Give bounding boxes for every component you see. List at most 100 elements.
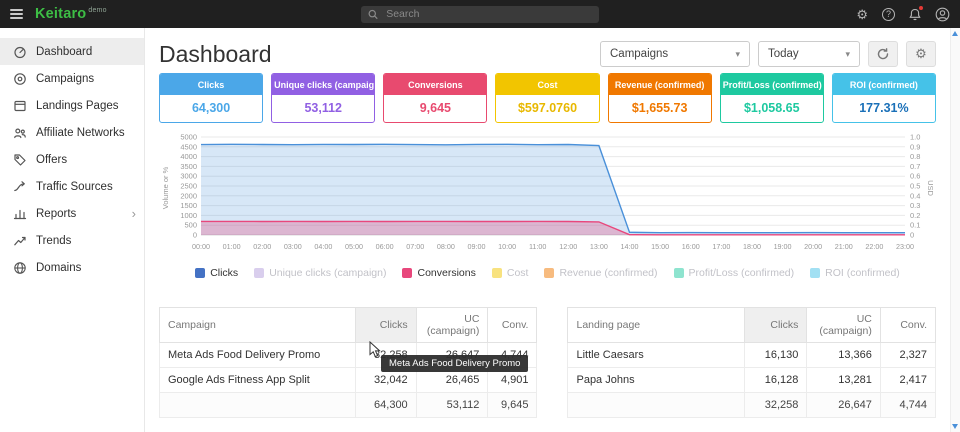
- svg-text:02:00: 02:00: [253, 242, 271, 251]
- svg-text:500: 500: [184, 221, 197, 230]
- svg-text:0.3: 0.3: [910, 201, 920, 210]
- legend-item-clicks[interactable]: Clicks: [195, 267, 238, 279]
- svg-text:0.9: 0.9: [910, 142, 920, 151]
- svg-text:20:00: 20:00: [804, 242, 822, 251]
- chart-canvas: 0500100015002000250030003500400045005000…: [159, 131, 936, 263]
- metric-card-profit-loss[interactable]: Profit/Loss (confirmed) $1,058.65: [720, 73, 824, 123]
- svg-text:03:00: 03:00: [284, 242, 302, 251]
- metric-card-cost[interactable]: Cost $597.0760: [495, 73, 599, 123]
- main-content: Dashboard Campaigns ▾ Today ▾ ⚙ Clicks 6…: [145, 28, 950, 432]
- landing-name[interactable]: Papa Johns: [568, 368, 744, 393]
- column-header-uc[interactable]: UC (campaign): [807, 308, 881, 343]
- metric-card-label: Cost: [496, 74, 598, 95]
- legend-item-unique-clicks[interactable]: Unique clicks (campaign): [254, 267, 386, 279]
- menu-icon[interactable]: [10, 7, 23, 21]
- metric-card-label: Profit/Loss (confirmed): [721, 74, 823, 95]
- metric-card-unique-clicks[interactable]: Unique clicks (campaign) 53,112: [271, 73, 375, 123]
- metric-card-label: Clicks: [160, 74, 262, 95]
- svg-text:0.6: 0.6: [910, 172, 920, 181]
- page-icon: [13, 99, 27, 113]
- metric-card-label: Revenue (confirmed): [609, 74, 711, 95]
- dashboard-settings-button[interactable]: ⚙: [906, 41, 936, 67]
- chevron-right-icon: ›: [132, 207, 136, 220]
- legend-swatch: [254, 268, 264, 278]
- scroll-up-arrow-icon[interactable]: [952, 31, 958, 36]
- svg-text:0.7: 0.7: [910, 162, 920, 171]
- app-logo[interactable]: Keitarodemo: [35, 6, 107, 22]
- sidebar-item-domains[interactable]: Domains: [0, 254, 144, 281]
- column-header-conv[interactable]: Conv.: [880, 308, 935, 343]
- svg-text:0.8: 0.8: [910, 152, 920, 161]
- metric-card-clicks[interactable]: Clicks 64,300: [159, 73, 263, 123]
- legend-swatch: [195, 268, 205, 278]
- settings-gear-icon[interactable]: ⚙: [856, 8, 868, 21]
- trend-line-icon: [13, 234, 27, 248]
- metric-card-conversions[interactable]: Conversions 9,645: [383, 73, 487, 123]
- chevron-down-icon: ▾: [845, 49, 850, 60]
- svg-text:16:00: 16:00: [682, 242, 700, 251]
- column-header-conv[interactable]: Conv.: [488, 308, 537, 343]
- help-icon[interactable]: ?: [882, 8, 895, 21]
- svg-text:1500: 1500: [180, 201, 197, 210]
- bar-chart-icon: [13, 207, 27, 221]
- svg-text:09:00: 09:00: [467, 242, 485, 251]
- metric-card-revenue[interactable]: Revenue (confirmed) $1,655.73: [608, 73, 712, 123]
- metric-card-value: $597.0760: [496, 95, 598, 122]
- page-scrollbar[interactable]: [950, 28, 960, 432]
- svg-text:4000: 4000: [180, 152, 197, 161]
- sidebar-item-reports[interactable]: Reports ›: [0, 200, 144, 227]
- search-icon: [368, 9, 378, 20]
- svg-text:2000: 2000: [180, 191, 197, 200]
- notifications-bell-icon[interactable]: [909, 8, 921, 21]
- legend-item-roi[interactable]: ROI (confirmed): [810, 267, 900, 279]
- table-totals-row: 64,300 53,112 9,645: [160, 393, 537, 418]
- legend-item-conversions[interactable]: Conversions: [402, 267, 475, 279]
- column-header-clicks[interactable]: Clicks: [744, 308, 806, 343]
- column-header-landing-page[interactable]: Landing page: [568, 308, 744, 343]
- column-header-clicks[interactable]: Clicks: [356, 308, 416, 343]
- scroll-down-arrow-icon[interactable]: [952, 424, 958, 429]
- sidebar-item-traffic-sources[interactable]: Traffic Sources: [0, 173, 144, 200]
- refresh-button[interactable]: [868, 41, 898, 67]
- svg-text:18:00: 18:00: [743, 242, 761, 251]
- tag-icon: [13, 153, 27, 167]
- legend-item-cost[interactable]: Cost: [492, 267, 529, 279]
- global-search[interactable]: [361, 6, 599, 23]
- metric-card-roi[interactable]: ROI (confirmed) 177.31%: [832, 73, 936, 123]
- table-row[interactable]: Papa Johns 16,128 13,281 2,417: [568, 368, 936, 393]
- sidebar-item-affiliate-networks[interactable]: Affiliate Networks: [0, 119, 144, 146]
- svg-text:15:00: 15:00: [651, 242, 669, 251]
- svg-text:22:00: 22:00: [865, 242, 883, 251]
- gear-icon: ⚙: [915, 46, 927, 62]
- sidebar-item-dashboard[interactable]: Dashboard: [0, 38, 144, 65]
- svg-text:21:00: 21:00: [835, 242, 853, 251]
- svg-text:Volume or %: Volume or %: [161, 166, 170, 209]
- svg-text:0.4: 0.4: [910, 191, 920, 200]
- legend-item-revenue[interactable]: Revenue (confirmed): [544, 267, 657, 279]
- tooltip: Meta Ads Food Delivery Promo: [381, 355, 528, 372]
- date-range-select[interactable]: Today ▾: [758, 41, 860, 67]
- user-avatar-icon[interactable]: [935, 7, 950, 22]
- sidebar-item-offers[interactable]: Offers: [0, 146, 144, 173]
- landing-name[interactable]: Little Caesars: [568, 343, 744, 368]
- campaigns-filter-select[interactable]: Campaigns ▾: [600, 41, 750, 67]
- table-row[interactable]: Little Caesars 16,130 13,366 2,327: [568, 343, 936, 368]
- topbar: Keitarodemo ⚙ ?: [0, 0, 960, 28]
- sidebar-item-campaigns[interactable]: Campaigns: [0, 65, 144, 92]
- legend-swatch: [674, 268, 684, 278]
- column-header-uc[interactable]: UC (campaign): [416, 308, 488, 343]
- search-input[interactable]: [384, 7, 592, 21]
- table-header-row: Landing page Clicks UC (campaign) Conv.: [568, 308, 936, 343]
- landing-pages-table: Landing page Clicks UC (campaign) Conv. …: [567, 307, 936, 418]
- svg-text:3000: 3000: [180, 172, 197, 181]
- legend-item-profit-loss[interactable]: Profit/Loss (confirmed): [674, 267, 795, 279]
- svg-text:1.0: 1.0: [910, 133, 920, 142]
- sidebar-item-trends[interactable]: Trends: [0, 227, 144, 254]
- svg-text:12:00: 12:00: [559, 242, 577, 251]
- campaign-name[interactable]: Meta Ads Food Delivery Promo: [160, 343, 356, 368]
- column-header-campaign[interactable]: Campaign: [160, 308, 356, 343]
- traffic-chart: 0500100015002000250030003500400045005000…: [159, 131, 936, 279]
- sidebar-item-landings-pages[interactable]: Landings Pages: [0, 92, 144, 119]
- legend-swatch: [402, 268, 412, 278]
- campaign-name[interactable]: Google Ads Fitness App Split: [160, 368, 356, 393]
